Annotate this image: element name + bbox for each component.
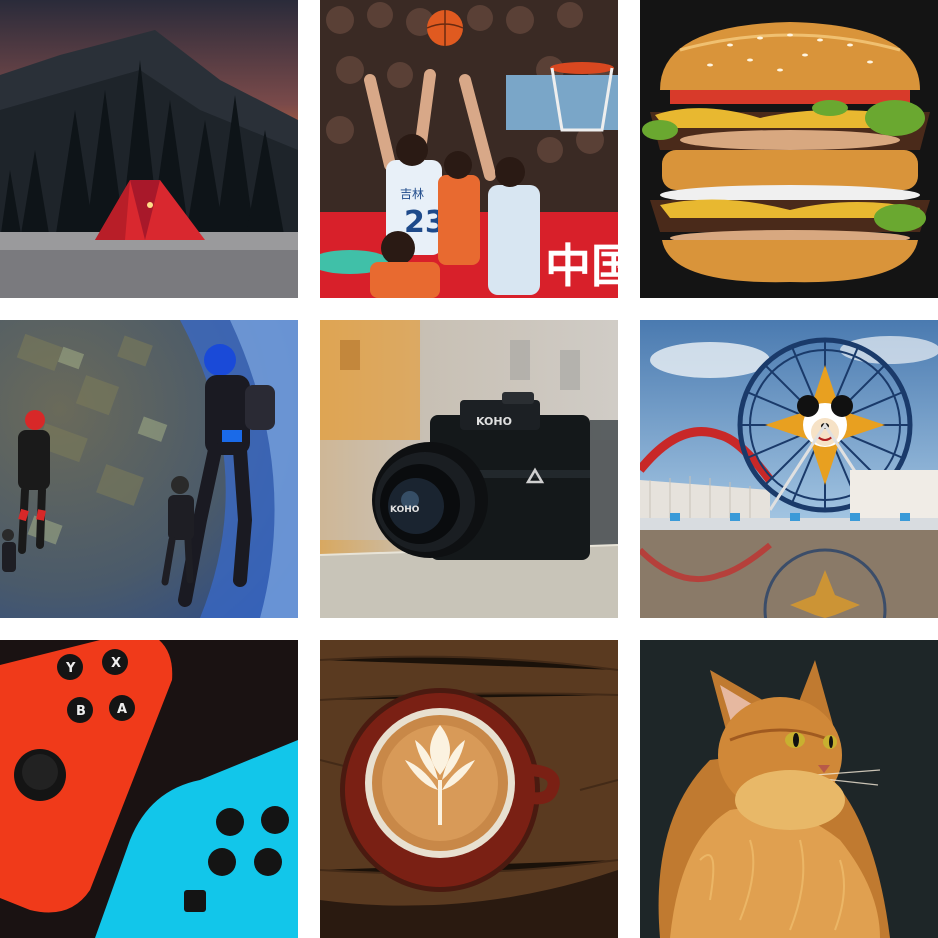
camera-brand-top: KOHO bbox=[476, 415, 512, 428]
button-b-label: B bbox=[76, 704, 86, 719]
button-y-label: Y bbox=[65, 661, 76, 676]
photo-maine-coon-cat[interactable] bbox=[640, 640, 938, 938]
photo-double-cheeseburger[interactable] bbox=[640, 0, 938, 298]
button-x-label: X bbox=[111, 656, 121, 671]
photo-grid: 中国 23 吉林 KOHO KOHO Y X B A bbox=[0, 0, 938, 938]
photo-basketball-game[interactable]: 中国 23 吉林 bbox=[320, 0, 618, 298]
photo-skydivers[interactable] bbox=[0, 320, 298, 618]
photo-latte-art[interactable] bbox=[320, 640, 618, 938]
camera-brand-lens: KOHO bbox=[390, 505, 420, 515]
jersey-characters: 吉林 bbox=[400, 187, 424, 201]
banner-characters: 中国 bbox=[545, 239, 618, 293]
photo-camera[interactable]: KOHO KOHO bbox=[320, 320, 618, 618]
photo-ferris-wheel[interactable] bbox=[640, 320, 938, 618]
button-a-label: A bbox=[117, 702, 127, 717]
photo-switch-controllers[interactable]: Y X B A bbox=[0, 640, 298, 938]
photo-mountain-tent[interactable] bbox=[0, 0, 298, 298]
